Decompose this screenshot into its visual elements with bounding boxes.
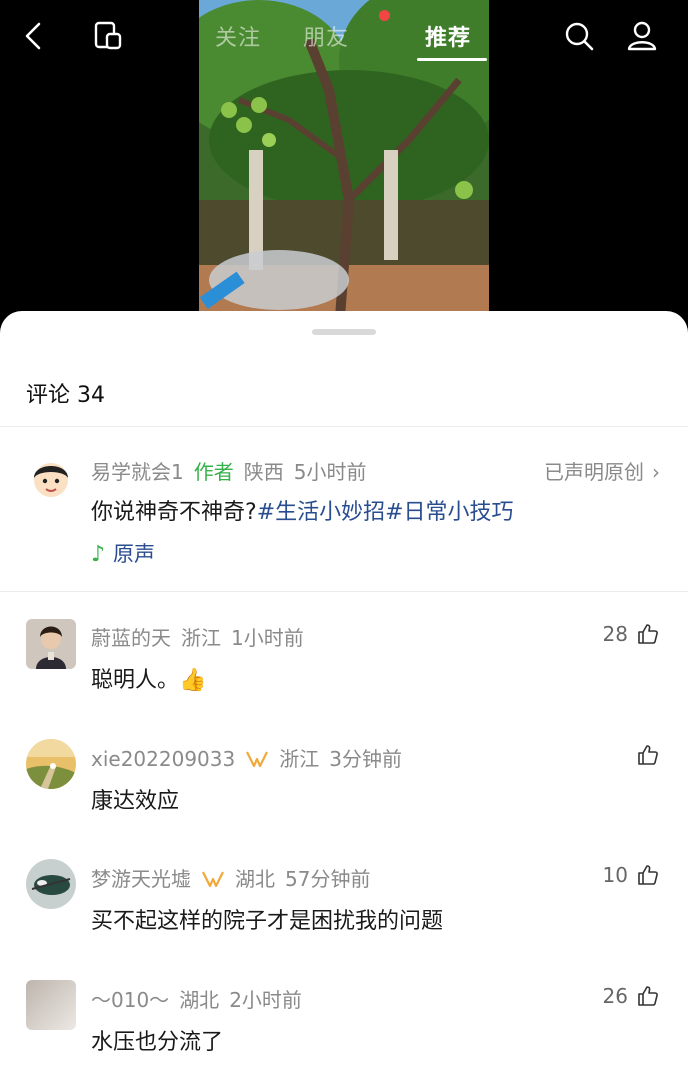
post-meta: 易学就会1 作者 陕西 5小时前 [91, 456, 376, 485]
pip-icon[interactable] [90, 18, 126, 54]
location: 浙江 [279, 747, 320, 771]
commenter-name[interactable]: 蔚蓝的天 [91, 626, 171, 650]
chevron-right-icon: › [652, 460, 660, 484]
tab-friends[interactable]: 朋友 [303, 20, 349, 52]
avatar[interactable] [26, 980, 76, 1030]
video-area[interactable]: 关注 朋友 推荐 [0, 0, 688, 330]
music-note-icon: ♪ [91, 542, 106, 567]
thumbs-up-icon [638, 624, 658, 644]
location: 湖北 [235, 867, 275, 891]
comment-text: 买不起这样的院子才是困扰我的问题 [91, 909, 444, 934]
post-text-prefix: 你说神奇不神奇? [91, 500, 257, 525]
commenter-name[interactable]: ～010～ [91, 988, 169, 1012]
music-label: 原声 [113, 542, 156, 566]
drag-handle[interactable] [312, 329, 376, 335]
hashtag-link[interactable]: #日常小技巧 [385, 500, 513, 525]
badge-icon [202, 871, 224, 888]
hashtag-link[interactable]: #生活小妙招 [257, 500, 385, 525]
back-icon[interactable] [16, 18, 52, 54]
profile-icon[interactable] [624, 18, 660, 54]
thumbs-up-icon [638, 986, 658, 1006]
comment-meta: 蔚蓝的天 浙江 1小时前 [91, 622, 314, 651]
comment-sheet: 评论 34 易学就会1 作者 陕西 5小时前 已声明原创 › 你说神奇不神奇?#生活小妙… [0, 311, 688, 1080]
active-tab-underline [417, 58, 487, 61]
commenter-name[interactable]: 梦游天光墟 [91, 867, 191, 891]
comment-meta: xie202209033 浙江 3分钟前 [91, 743, 412, 772]
location: 陕西 [243, 460, 284, 484]
like-button[interactable] [628, 743, 660, 767]
like-button[interactable]: 10 [603, 863, 660, 887]
comment-text: 康达效应 [91, 789, 180, 814]
post-text: 你说神奇不神奇?#生活小妙招#日常小技巧 [91, 494, 514, 526]
comment-text: 聪明人。👍 [91, 668, 207, 693]
badge-icon [246, 751, 269, 768]
divider [0, 426, 688, 427]
author-tag: 作者 [193, 460, 234, 484]
original-claim[interactable]: 已声明原创 › [544, 456, 660, 485]
avatar[interactable] [26, 619, 76, 669]
timestamp: 3分钟前 [329, 747, 402, 771]
avatar[interactable] [26, 454, 76, 504]
like-count: 26 [602, 984, 628, 1008]
search-icon[interactable] [561, 18, 597, 54]
comment-count-title: 评论 34 [26, 383, 105, 408]
notification-dot [379, 10, 390, 21]
timestamp: 57分钟前 [285, 867, 371, 891]
timestamp: 2小时前 [229, 988, 302, 1012]
like-button[interactable]: 26 [603, 984, 660, 1008]
timestamp: 1小时前 [231, 626, 304, 650]
timestamp: 5小时前 [293, 460, 367, 484]
avatar[interactable] [26, 859, 76, 909]
like-count: 28 [602, 622, 628, 646]
author-name[interactable]: 易学就会1 [91, 460, 184, 484]
avatar[interactable] [26, 739, 76, 789]
thumbs-up-icon [638, 745, 658, 765]
divider [0, 591, 688, 592]
comment-text: 水压也分流了 [91, 1030, 224, 1055]
music-link[interactable]: ♪ 原声 [91, 538, 155, 568]
location: 湖北 [179, 988, 220, 1012]
tab-following[interactable]: 关注 [215, 20, 261, 52]
tab-recommend[interactable]: 推荐 [425, 20, 471, 52]
thumbs-up-icon [638, 865, 658, 885]
location: 浙江 [181, 626, 221, 650]
top-nav: 关注 朋友 推荐 [0, 0, 688, 74]
comment-meta: 梦游天光墟 湖北 57分钟前 [91, 863, 380, 892]
commenter-name[interactable]: xie202209033 [91, 747, 235, 771]
like-button[interactable]: 28 [603, 622, 660, 646]
original-claim-label: 已声明原创 [544, 460, 644, 484]
like-count: 10 [602, 863, 628, 887]
comment-meta: ～010～ 湖北 2小时前 [91, 984, 312, 1013]
